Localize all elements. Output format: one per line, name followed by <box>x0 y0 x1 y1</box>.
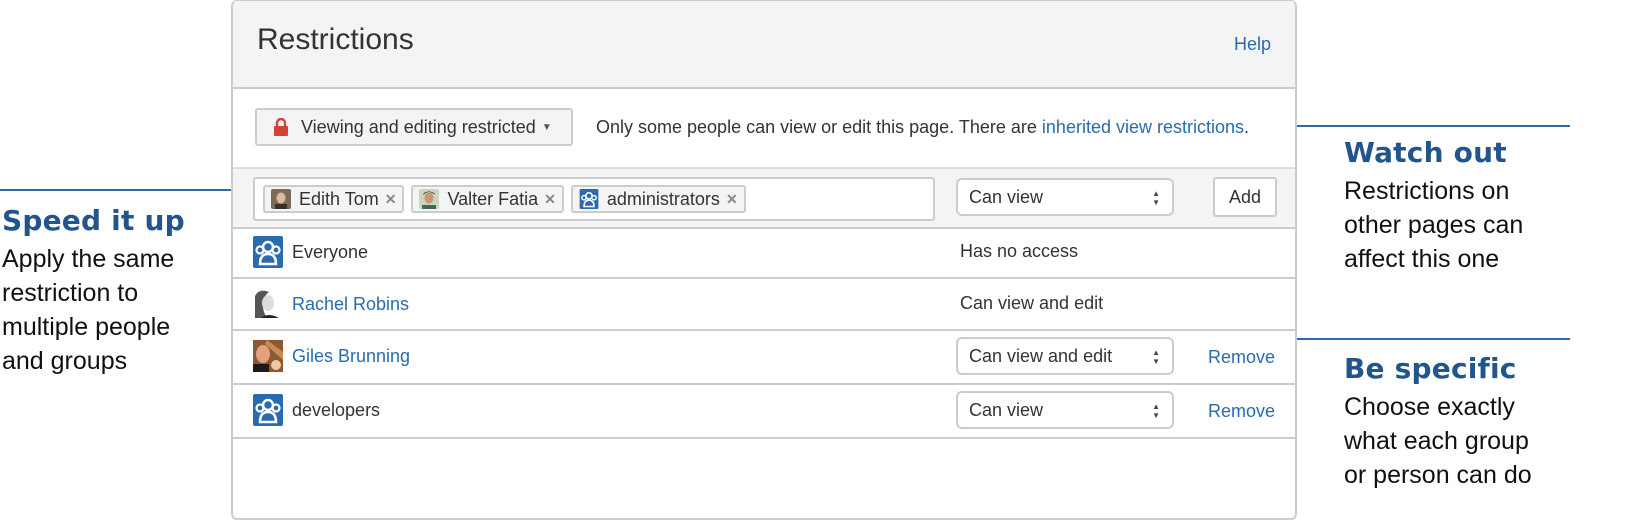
group-icon <box>253 394 283 426</box>
remove-token-icon[interactable]: ✕ <box>385 191 397 208</box>
entry-permission: Can view and edit <box>960 293 1104 313</box>
entry-name: developers <box>292 400 381 420</box>
token-valter-fatia: Valter Fatia ✕ <box>411 185 564 213</box>
specific-callout-title: Be specific <box>1344 352 1517 385</box>
restriction-mode-dropdown[interactable]: Viewing and editing restricted ▼ <box>255 108 573 146</box>
entry-name-link[interactable]: Rachel Robins <box>292 294 409 315</box>
speed-callout-body: Apply the same restriction to multiple p… <box>2 245 175 375</box>
inherited-restrictions-link[interactable]: inherited view restrictions <box>1042 117 1244 137</box>
specific-callout-body: Choose exactly what each group or person… <box>1344 393 1532 489</box>
new-permission-select[interactable]: Can view ▲ ▼ <box>956 178 1174 216</box>
dialog-title: Restrictions <box>257 23 414 56</box>
select-arrows-icon: ▲ ▼ <box>1152 189 1160 207</box>
entry-row-everyone: Everyone Has no access <box>233 227 1295 279</box>
remove-token-icon[interactable]: ✕ <box>726 191 738 208</box>
user-avatar <box>253 288 283 320</box>
user-avatar <box>253 340 283 372</box>
add-restriction-row: Edith Tom ✕ Valter Fatia ✕ administrator… <box>233 167 1295 229</box>
entry-permission: Has no access <box>960 241 1079 261</box>
entry-name-link[interactable]: Giles Brunning <box>292 346 410 367</box>
entry-row-developers: developers Can view ▲ ▼ Remove <box>233 385 1295 439</box>
token-edith-tom: Edith Tom ✕ <box>263 185 405 213</box>
user-avatar <box>419 189 440 209</box>
dialog-header: Restrictions Help <box>233 1 1295 89</box>
group-icon <box>253 236 283 268</box>
remove-link[interactable]: Remove <box>1208 401 1275 422</box>
user-group-picker[interactable]: Edith Tom ✕ Valter Fatia ✕ administrator… <box>253 177 935 221</box>
select-arrows-icon: ▲ ▼ <box>1152 348 1160 366</box>
watch-callout-body: Restrictions on other pages can affect t… <box>1344 177 1524 273</box>
speed-callout-title: Speed it up <box>2 204 185 237</box>
remove-token-icon[interactable]: ✕ <box>544 191 556 208</box>
token-administrators: administrators ✕ <box>570 185 746 213</box>
restriction-mode-label: Viewing and editing restricted <box>301 116 536 137</box>
entry-name: Everyone <box>292 242 369 262</box>
watch-callout-line <box>1283 125 1570 127</box>
remove-link[interactable]: Remove <box>1208 347 1275 368</box>
help-link[interactable]: Help <box>1234 34 1271 55</box>
watch-callout-title: Watch out <box>1344 136 1507 169</box>
entry-row-rachel-robins: Rachel Robins Can view and edit <box>233 279 1295 331</box>
speed-callout-line <box>0 189 243 191</box>
entry-row-giles-brunning: Giles Brunning Can view and edit ▲ ▼ Remo… <box>233 331 1295 385</box>
lock-icon <box>274 118 288 136</box>
chevron-down-icon: ▼ <box>541 121 552 133</box>
group-icon <box>579 189 599 209</box>
restriction-info: Only some people can view or edit this p… <box>596 117 1250 137</box>
user-avatar <box>271 189 291 209</box>
restrictions-dialog: Restrictions Help Viewing and editing re… <box>231 0 1297 520</box>
select-arrows-icon: ▲ ▼ <box>1152 402 1160 420</box>
add-button[interactable]: Add <box>1213 177 1277 217</box>
entry-permission-select[interactable]: Can view and edit ▲ ▼ <box>956 337 1174 375</box>
entry-permission-select[interactable]: Can view ▲ ▼ <box>956 391 1174 429</box>
